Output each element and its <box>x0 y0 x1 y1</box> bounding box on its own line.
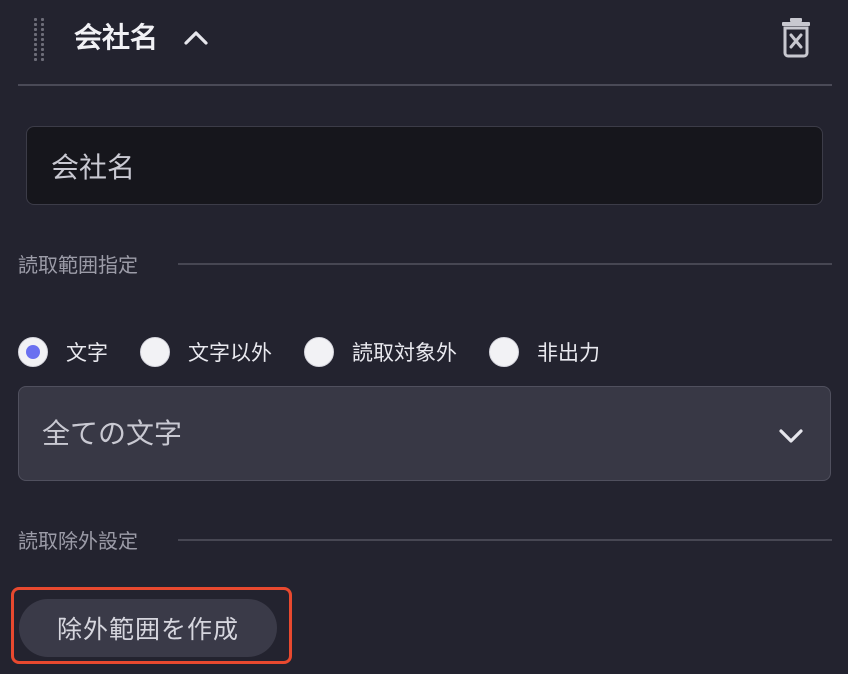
select-value: 全ての文字 <box>42 417 183 450</box>
read-exclusion-divider <box>178 539 832 541</box>
radio-option-text[interactable]: 文字 <box>18 337 108 367</box>
radio-option-not-read[interactable]: 読取対象外 <box>304 337 457 367</box>
radio-label: 文字 <box>66 341 108 365</box>
field-title: 会社名 <box>74 21 159 54</box>
radio-unselected-icon[interactable] <box>489 337 519 367</box>
field-name-input[interactable] <box>26 126 823 205</box>
drag-handle-icon[interactable] <box>34 18 50 61</box>
create-exclusion-range-button[interactable]: 除外範囲を作成 <box>19 599 277 657</box>
read-range-divider <box>178 263 832 265</box>
read-exclusion-section-title: 読取除外設定 <box>18 529 138 553</box>
read-range-section-title: 読取範囲指定 <box>18 253 138 277</box>
chevron-down-icon[interactable] <box>776 422 806 450</box>
trash-icon[interactable] <box>778 16 814 58</box>
radio-label: 文字以外 <box>188 341 272 365</box>
radio-option-non-text[interactable]: 文字以外 <box>140 337 272 367</box>
chevron-up-icon[interactable] <box>182 24 210 52</box>
header-divider <box>18 84 832 86</box>
radio-unselected-icon[interactable] <box>304 337 334 367</box>
radio-option-no-output[interactable]: 非出力 <box>489 337 600 367</box>
radio-unselected-icon[interactable] <box>140 337 170 367</box>
radio-label: 読取対象外 <box>352 341 457 365</box>
radio-selected-icon[interactable] <box>18 337 48 367</box>
radio-label: 非出力 <box>537 341 600 365</box>
read-range-radio-group: 文字 文字以外 読取対象外 非出力 <box>18 334 600 370</box>
